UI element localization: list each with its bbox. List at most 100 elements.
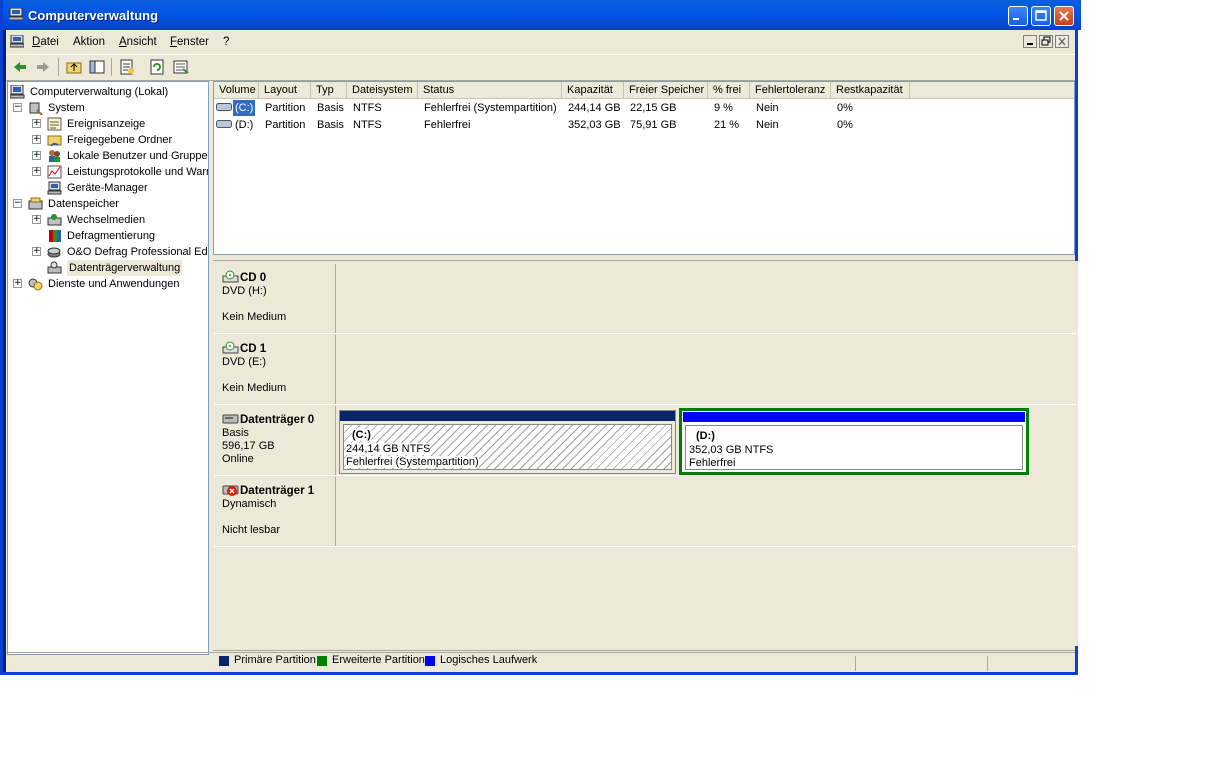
tree-item-geraete-manager[interactable]: Geräte-Manager bbox=[32, 180, 208, 196]
column-header-typ[interactable]: Typ bbox=[311, 82, 347, 99]
disk-label[interactable]: CD 1 DVD (E:) Kein Medium bbox=[214, 335, 336, 404]
mdi-restore-button[interactable] bbox=[1039, 35, 1053, 48]
toolbar bbox=[6, 54, 1075, 81]
cell-layout: Partition bbox=[265, 119, 306, 131]
menu-help[interactable]: ? bbox=[223, 36, 229, 48]
collapse-toggle[interactable]: − bbox=[13, 199, 22, 208]
disk-title: Datenträger 0 bbox=[240, 414, 315, 426]
menu-datei[interactable]: Datei bbox=[32, 36, 59, 48]
cell-restkapazitaet: 0% bbox=[837, 102, 853, 114]
mdi-minimize-button[interactable] bbox=[1023, 35, 1037, 48]
cell-typ: Basis bbox=[317, 119, 344, 131]
disk-row-cd1[interactable]: CD 1 DVD (E:) Kein Medium bbox=[214, 335, 1076, 405]
minimize-button[interactable] bbox=[1008, 6, 1028, 26]
column-header-layout[interactable]: Layout bbox=[259, 82, 311, 99]
disk-graph-view: CD 0 DVD (H:) Kein Medium CD 1 DVD (E:) … bbox=[213, 261, 1078, 646]
disk-row-cd0[interactable]: CD 0 DVD (H:) Kein Medium bbox=[214, 264, 1076, 334]
disk-status: Nicht lesbar bbox=[222, 524, 281, 536]
disk-label[interactable]: CD 0 DVD (H:) Kein Medium bbox=[214, 264, 336, 333]
partition-c[interactable]: (C:) 244,14 GB NTFS Fehlerfrei (Systempa… bbox=[339, 410, 676, 474]
expand-toggle[interactable]: + bbox=[32, 167, 41, 176]
cell-kapazitaet: 352,03 GB bbox=[568, 119, 621, 131]
menu-fenster[interactable]: Fenster bbox=[170, 36, 209, 48]
cell-freier-speicher: 75,91 GB bbox=[630, 119, 677, 131]
back-icon[interactable] bbox=[11, 58, 29, 76]
close-button[interactable] bbox=[1054, 6, 1074, 26]
removable-storage-icon bbox=[47, 214, 62, 226]
tree-label: Defragmentierung bbox=[67, 230, 156, 242]
partition-size: 352,03 GB NTFS bbox=[689, 444, 774, 456]
hard-disk-icon bbox=[222, 414, 239, 424]
column-header-restkapazitaet[interactable]: Restkapazität bbox=[831, 82, 910, 99]
expand-toggle[interactable]: + bbox=[32, 151, 41, 160]
table-row[interactable]: (C:) Partition Basis NTFS Fehlerfrei (Sy… bbox=[214, 100, 1074, 116]
tree-item-datenspeicher[interactable]: − Datenspeicher bbox=[13, 196, 208, 212]
tree-item-dienste[interactable]: + Dienste und Anwendungen bbox=[13, 276, 208, 292]
expand-toggle[interactable]: + bbox=[32, 119, 41, 128]
column-header-freier-speicher[interactable]: Freier Speicher bbox=[624, 82, 708, 99]
title-bar[interactable]: Computerverwaltung bbox=[3, 0, 1081, 30]
details-pane: Volume Layout Typ Dateisystem Status Kap… bbox=[213, 81, 1078, 671]
cell-prozent-frei: 21 % bbox=[714, 119, 740, 131]
tree-item-lokale-benutzer[interactable]: + Lokale Benutzer und Gruppen bbox=[32, 148, 208, 164]
disk-size: 596,17 GB bbox=[222, 440, 275, 452]
tree-item-system[interactable]: − System bbox=[13, 100, 208, 116]
column-header-dateisystem[interactable]: Dateisystem bbox=[347, 82, 418, 99]
disk-label[interactable]: Datenträger 1 Dynamisch Nicht lesbar bbox=[214, 477, 336, 546]
cell-volume: (C:) bbox=[233, 100, 256, 116]
expand-toggle[interactable]: + bbox=[32, 215, 41, 224]
close-icon bbox=[1059, 11, 1069, 21]
disk-label[interactable]: Datenträger 0 Basis 596,17 GB Online bbox=[214, 406, 336, 475]
expand-toggle[interactable]: + bbox=[32, 135, 41, 144]
tree-item-wechselmedien[interactable]: + Wechselmedien bbox=[32, 212, 208, 228]
cell-dateisystem: NTFS bbox=[353, 102, 382, 114]
up-folder-icon[interactable] bbox=[65, 58, 83, 76]
tree-item-defragmentierung[interactable]: Defragmentierung bbox=[32, 228, 208, 244]
tree-label: Wechselmedien bbox=[67, 214, 146, 226]
menu-ansicht[interactable]: Ansicht bbox=[119, 36, 157, 48]
tree-item-leistungsprotokolle[interactable]: + Leistungsprotokolle und Warnungen bbox=[32, 164, 208, 180]
mdi-close-button[interactable] bbox=[1055, 35, 1069, 48]
forward-icon[interactable] bbox=[34, 58, 52, 76]
cell-fehlertoleranz: Nein bbox=[756, 102, 779, 114]
expand-toggle[interactable]: + bbox=[32, 247, 41, 256]
status-bar bbox=[6, 652, 1075, 673]
column-header-kapazitaet[interactable]: Kapazität bbox=[562, 82, 624, 99]
tree-label: Datenträgerverwaltung bbox=[67, 260, 183, 276]
tree-label: Datenspeicher bbox=[48, 198, 119, 210]
export-list-icon[interactable] bbox=[172, 58, 190, 76]
tree-item-freigegebene-ordner[interactable]: + Freigegebene Ordner bbox=[32, 132, 208, 148]
menu-aktion[interactable]: Aktion bbox=[73, 36, 105, 48]
tree-label: Leistungsprotokolle und Warnungen bbox=[67, 166, 208, 178]
tree-item-ereignisanzeige[interactable]: + Ereignisanzeige bbox=[32, 116, 208, 132]
disk-row-disk0[interactable]: Datenträger 0 Basis 596,17 GB Online (C:… bbox=[214, 406, 1031, 476]
show-tree-icon[interactable] bbox=[88, 58, 106, 76]
computer-icon bbox=[10, 85, 25, 99]
extended-partition[interactable]: (D:) 352,03 GB NTFS Fehlerfrei bbox=[679, 408, 1029, 475]
oo-defrag-icon bbox=[47, 247, 61, 258]
expand-toggle[interactable]: + bbox=[13, 279, 22, 288]
cell-status: Fehlerfrei bbox=[424, 119, 471, 131]
tree-item-oo-defrag[interactable]: + O&O Defrag Professional Edition bbox=[32, 244, 208, 260]
mdi-document-icon[interactable] bbox=[10, 35, 24, 48]
cdrom-icon bbox=[222, 270, 239, 283]
partition-d[interactable]: (D:) 352,03 GB NTFS Fehlerfrei bbox=[685, 425, 1023, 470]
disk-row-disk1[interactable]: Datenträger 1 Dynamisch Nicht lesbar bbox=[214, 477, 1076, 547]
system-tools-icon bbox=[29, 102, 43, 115]
tree-item-datentraegerverwaltung[interactable]: Datenträgerverwaltung bbox=[32, 260, 208, 276]
computer-management-icon bbox=[9, 8, 23, 20]
column-header-filler bbox=[910, 82, 1074, 99]
maximize-button[interactable] bbox=[1031, 6, 1051, 26]
cell-freier-speicher: 22,15 GB bbox=[630, 102, 677, 114]
cell-status: Fehlerfrei (Systempartition) bbox=[424, 102, 557, 114]
column-header-fehlertoleranz[interactable]: Fehlertoleranz bbox=[750, 82, 831, 99]
properties-icon[interactable] bbox=[118, 58, 136, 76]
collapse-toggle[interactable]: − bbox=[13, 103, 22, 112]
disk-management-icon bbox=[47, 261, 62, 274]
column-header-volume[interactable]: Volume bbox=[214, 82, 259, 99]
storage-icon bbox=[28, 197, 43, 210]
table-row[interactable]: (D:) Partition Basis NTFS Fehlerfrei 352… bbox=[214, 117, 1074, 133]
column-header-status[interactable]: Status bbox=[418, 82, 562, 99]
column-header-prozent-frei[interactable]: % frei bbox=[708, 82, 750, 99]
refresh-icon[interactable] bbox=[148, 58, 166, 76]
